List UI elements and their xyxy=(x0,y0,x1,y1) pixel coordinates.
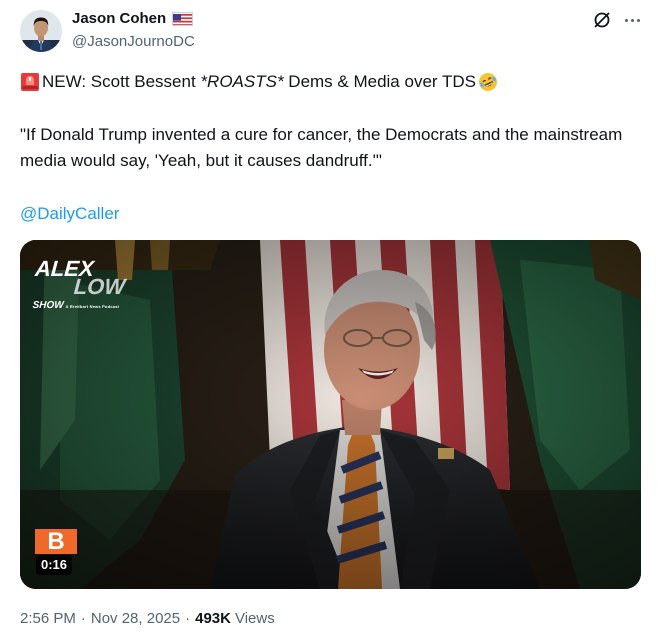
meta-separator: · xyxy=(185,610,191,627)
brand-mark-icon: B xyxy=(35,529,77,554)
tweet-time[interactable]: 2:56 PM xyxy=(20,610,76,627)
author-name[interactable]: Jason Cohen xyxy=(72,10,194,27)
logo-show: SHOW xyxy=(32,300,65,311)
show-logo: ALEX LOW SHOWA Breitbart News Podcast xyxy=(32,256,127,311)
logo-tagline: A Breitbart News Podcast xyxy=(65,304,120,309)
avatar-image xyxy=(20,10,62,52)
grok-icon[interactable] xyxy=(592,10,612,30)
author-name-text[interactable]: Jason Cohen xyxy=(72,10,166,27)
rotating-light-icon xyxy=(20,72,40,92)
video-player[interactable]: ALEX LOW SHOWA Breitbart News Podcast B … xyxy=(20,240,641,589)
tweet-date[interactable]: Nov 28, 2025 xyxy=(91,610,180,627)
more-options-icon[interactable] xyxy=(621,10,643,30)
meta-separator: · xyxy=(80,610,86,627)
headline-italic: *ROASTS* xyxy=(200,72,284,91)
views-count: 493K xyxy=(195,610,231,627)
headline-prefix: NEW: Scott Bessent xyxy=(42,72,201,91)
rolling-on-floor-laughing-icon xyxy=(477,71,499,93)
author-handle[interactable]: @JasonJournoDC xyxy=(72,33,195,50)
avatar[interactable] xyxy=(20,10,62,52)
tweet-meta: 2:56 PM · Nov 28, 2025 · 493K Views xyxy=(20,610,275,627)
mention-link[interactable]: @DailyCaller xyxy=(20,201,645,227)
tweet-quote: "If Donald Trump invented a cure for can… xyxy=(20,125,623,170)
headline-suffix: Dems & Media over TDS xyxy=(283,72,476,91)
views-label: Views xyxy=(234,610,275,627)
tweet-headline: NEW: Scott Bessent *ROASTS* Dems & Media… xyxy=(20,69,645,95)
video-duration: 0:16 xyxy=(36,555,73,575)
us-flag-icon xyxy=(172,11,194,26)
logo-line2: LOW xyxy=(72,274,127,299)
